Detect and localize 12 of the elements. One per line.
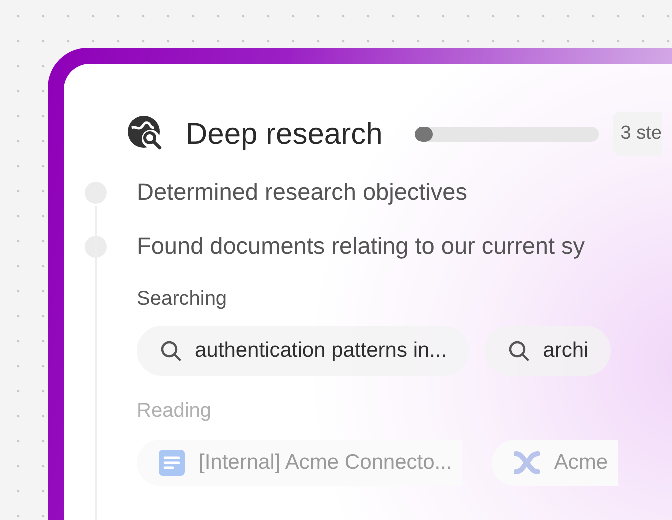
cross-icon [514,450,540,476]
search-icon [159,339,183,363]
document-icon [159,450,185,476]
search-icon [507,339,532,363]
section-label: Reading [137,399,213,424]
step-text: Found documents relating to our current sy [137,232,586,262]
search-query-chip[interactable]: authentication patterns in... [137,326,470,376]
step-text: Determined research objectives [137,178,468,208]
title: Deep research [186,116,383,152]
search-query-chip[interactable]: archi [485,326,611,376]
steps-badge: 3 ste [612,112,662,156]
section-label: Searching [137,287,228,312]
